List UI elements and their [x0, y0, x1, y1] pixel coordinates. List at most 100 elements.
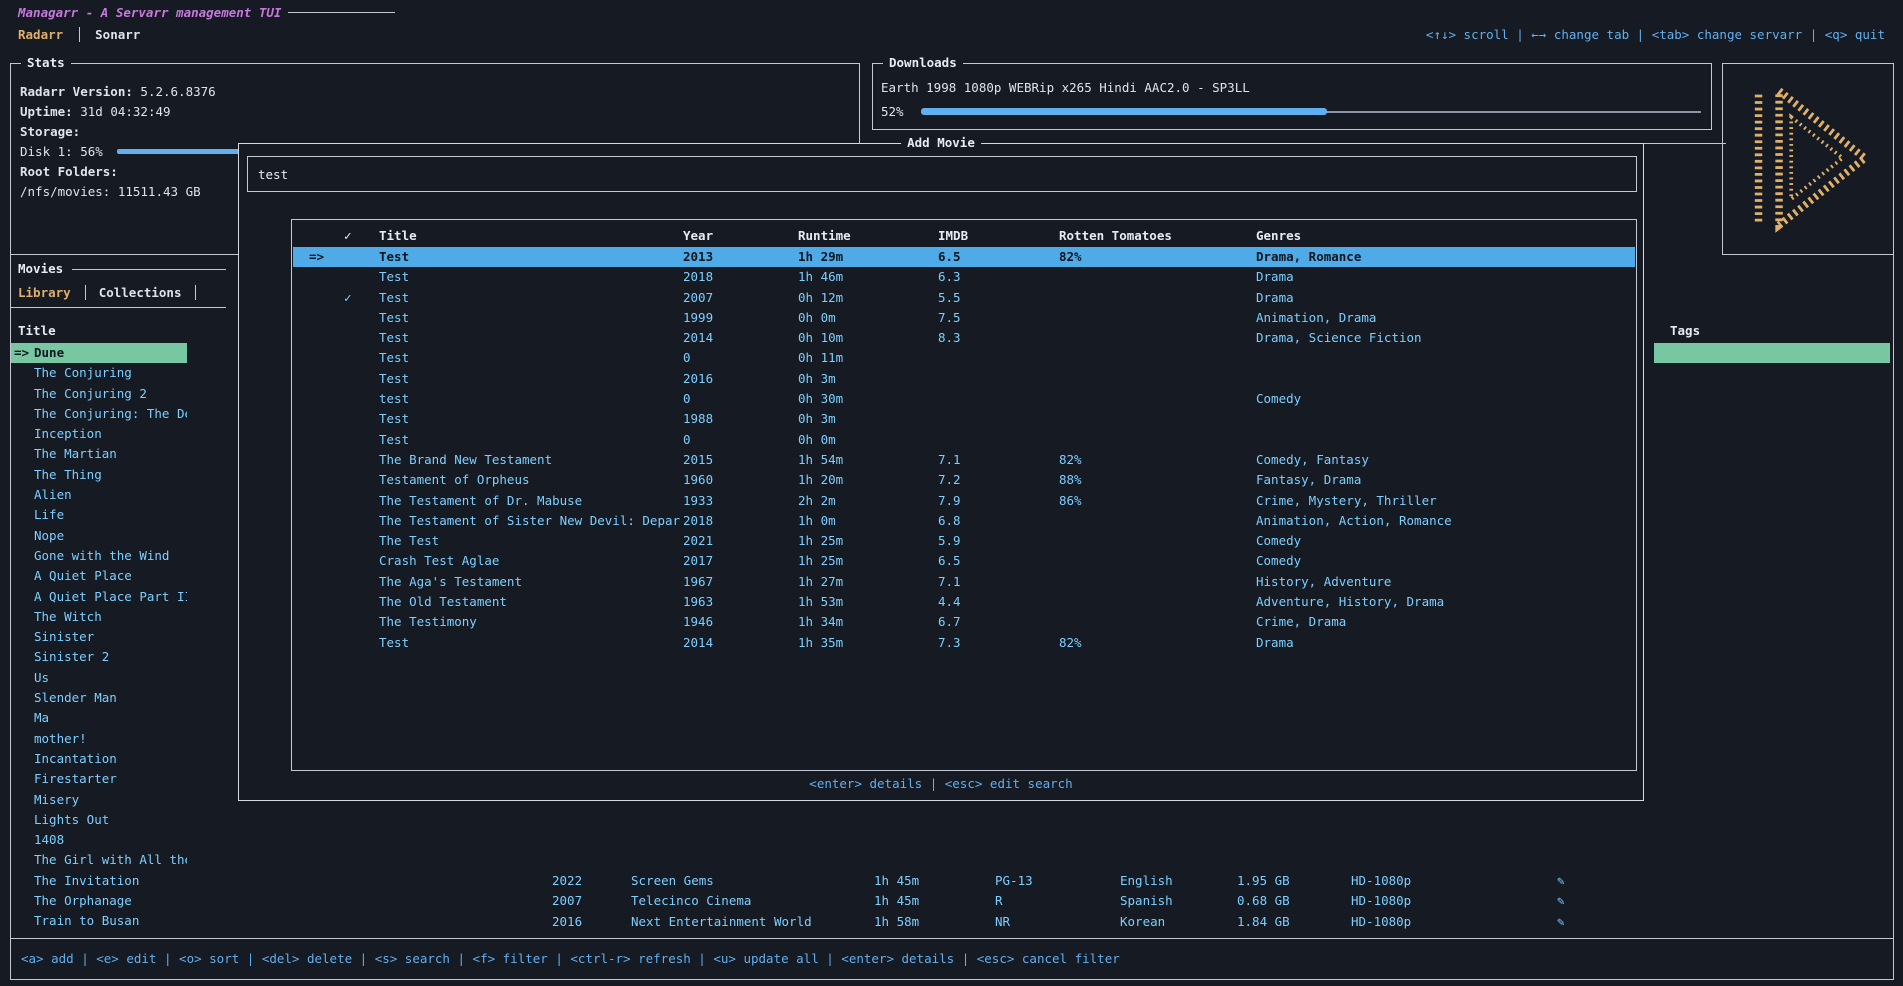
result-genres: Animation, Drama [1256, 308, 1376, 328]
movie-list-item[interactable]: Slender Man [11, 688, 187, 708]
movie-list-item[interactable]: Ma [11, 708, 187, 728]
result-runtime: 0h 10m [798, 328, 843, 348]
movie-list: =>Dune The Conjuring The Conjuring 2 The… [11, 343, 187, 932]
result-runtime: 2h 2m [798, 491, 836, 511]
movie-list-item[interactable]: The Thing [11, 465, 187, 485]
search-result-row[interactable]: Test 2014 0h 10m 8.3 Drama, Science Fict… [293, 328, 1635, 348]
library-table-row[interactable]: 2007 Telecinco Cinema 1h 45m R Spanish 0… [0, 891, 1903, 911]
movie-search-input[interactable] [248, 157, 1636, 191]
result-rotten-tomatoes: 82% [1059, 450, 1082, 470]
movie-size: 1.95 GB [1237, 871, 1290, 891]
movie-title: Nope [34, 528, 64, 543]
result-title: Test [379, 247, 681, 267]
movie-list-item[interactable]: The Conjuring: The De [11, 404, 187, 424]
movie-list-item[interactable]: mother! [11, 729, 187, 749]
movie-list-item[interactable]: The Martian [11, 444, 187, 464]
search-result-row[interactable]: Test 0 0h 0m [293, 430, 1635, 450]
movie-language: Spanish [1120, 891, 1173, 911]
result-genres: Animation, Action, Romance [1256, 511, 1452, 531]
movie-list-item[interactable]: A Quiet Place Part II [11, 587, 187, 607]
movie-list-item[interactable]: Alien [11, 485, 187, 505]
movie-list-item[interactable]: Incantation [11, 749, 187, 769]
search-result-row[interactable]: Test 2016 0h 3m [293, 369, 1635, 389]
result-year: 2014 [683, 633, 713, 653]
result-year: 1960 [683, 470, 713, 490]
search-result-row[interactable]: The Brand New Testament 2015 1h 54m 7.1 … [293, 450, 1635, 470]
movie-title: The Conjuring 2 [34, 386, 147, 401]
movie-list-item[interactable]: Sinister [11, 627, 187, 647]
movie-studio: Telecinco Cinema [631, 891, 751, 911]
result-genres: Fantasy, Drama [1256, 470, 1361, 490]
result-runtime: 1h 35m [798, 633, 843, 653]
movie-list-item[interactable]: Lights Out [11, 810, 187, 830]
movie-title: Dune [34, 345, 64, 360]
result-imdb-rating: 6.7 [938, 612, 961, 632]
library-table-row[interactable]: 2016 Next Entertainment World 1h 58m NR … [0, 912, 1903, 932]
search-result-row[interactable]: The Old Testament 1963 1h 53m 4.4 Advent… [293, 592, 1635, 612]
search-result-row[interactable]: The Testament of Sister New Devil: Depar… [293, 511, 1635, 531]
result-title: Test [379, 409, 681, 429]
library-tab[interactable]: Library [18, 285, 86, 300]
result-year: 1933 [683, 491, 713, 511]
movie-list-item[interactable]: The Girl with All the [11, 850, 187, 870]
library-tab[interactable]: Collections [99, 285, 197, 300]
movie-list-item[interactable]: =>Dune [11, 343, 187, 363]
search-result-row[interactable]: The Aga's Testament 1967 1h 27m 7.1 Hist… [293, 572, 1635, 592]
result-runtime: 0h 30m [798, 389, 843, 409]
result-genres: Comedy [1256, 531, 1301, 551]
edit-pencil-icon: ✎ [1557, 871, 1565, 891]
result-runtime: 1h 0m [798, 511, 836, 531]
search-result-row[interactable]: ✓ Test 2007 0h 12m 5.5 Drama [293, 288, 1635, 308]
search-result-row[interactable]: Test 1999 0h 0m 7.5 Animation, Drama [293, 308, 1635, 328]
movie-list-item[interactable]: Sinister 2 [11, 647, 187, 667]
movie-list-item[interactable]: Nope [11, 526, 187, 546]
movie-list-item[interactable]: Us [11, 668, 187, 688]
movie-list-item[interactable]: Inception [11, 424, 187, 444]
stats-panel-title: Stats [21, 53, 71, 73]
result-year: 2017 [683, 551, 713, 571]
library-table-row[interactable]: 2022 Screen Gems 1h 45m PG-13 English 1.… [0, 871, 1903, 891]
result-runtime: 1h 20m [798, 470, 843, 490]
search-result-row[interactable]: The Test 2021 1h 25m 5.9 Comedy [293, 531, 1635, 551]
result-genres: History, Adventure [1256, 572, 1391, 592]
movie-list-item[interactable]: Firestarter [11, 769, 187, 789]
movie-title: Misery [34, 792, 79, 807]
result-year: 2018 [683, 511, 713, 531]
search-result-row[interactable]: Testament of Orpheus 1960 1h 20m 7.2 88%… [293, 470, 1635, 490]
movie-quality: HD-1080p [1351, 871, 1411, 891]
movie-list-item[interactable]: A Quiet Place [11, 566, 187, 586]
search-result-row[interactable]: Test 2014 1h 35m 7.3 82% Drama [293, 633, 1635, 653]
search-result-row[interactable]: => Test 2013 1h 29m 6.5 82% Drama, Roman… [293, 247, 1635, 267]
result-imdb-rating: 6.8 [938, 511, 961, 531]
movie-certification: PG-13 [995, 871, 1033, 891]
movie-title: Sinister [34, 629, 94, 644]
search-result-row[interactable]: Test 0 0h 11m [293, 348, 1635, 368]
search-result-row[interactable]: The Testimony 1946 1h 34m 6.7 Crime, Dra… [293, 612, 1635, 632]
result-runtime: 1h 27m [798, 572, 843, 592]
search-result-row[interactable]: test 0 0h 30m Comedy [293, 389, 1635, 409]
movie-list-item[interactable]: Gone with the Wind [11, 546, 187, 566]
result-imdb-rating: 5.9 [938, 531, 961, 551]
servarr-tab[interactable]: Sonarr [95, 27, 140, 42]
movie-list-item[interactable]: The Conjuring [11, 363, 187, 383]
movie-list-item[interactable]: The Conjuring 2 [11, 384, 187, 404]
selected-row-tags-highlight [1654, 343, 1890, 363]
result-genres: Crime, Mystery, Thriller [1256, 491, 1437, 511]
result-runtime: 0h 3m [798, 409, 836, 429]
movie-list-item[interactable]: Misery [11, 790, 187, 810]
movie-title: 1408 [34, 832, 64, 847]
movie-title: The Girl with All the [34, 852, 187, 867]
library-tab-bar: Library Collections [18, 283, 209, 303]
search-results-rows: => Test 2013 1h 29m 6.5 82% Drama, Roman… [293, 247, 1635, 653]
search-result-row[interactable]: Test 2018 1h 46m 6.3 Drama [293, 267, 1635, 287]
movie-list-item[interactable]: The Witch [11, 607, 187, 627]
search-result-row[interactable]: The Testament of Dr. Mabuse 1933 2h 2m 7… [293, 491, 1635, 511]
movie-list-item[interactable]: 1408 [11, 830, 187, 850]
servarr-tab[interactable]: Radarr [18, 27, 80, 42]
movie-list-item[interactable]: Life [11, 505, 187, 525]
search-result-row[interactable]: Test 1988 0h 3m [293, 409, 1635, 429]
search-result-row[interactable]: Crash Test Aglae 2017 1h 25m 6.5 Comedy [293, 551, 1635, 571]
result-genres: Drama [1256, 288, 1294, 308]
result-year: 1999 [683, 308, 713, 328]
result-genres: Comedy [1256, 551, 1301, 571]
